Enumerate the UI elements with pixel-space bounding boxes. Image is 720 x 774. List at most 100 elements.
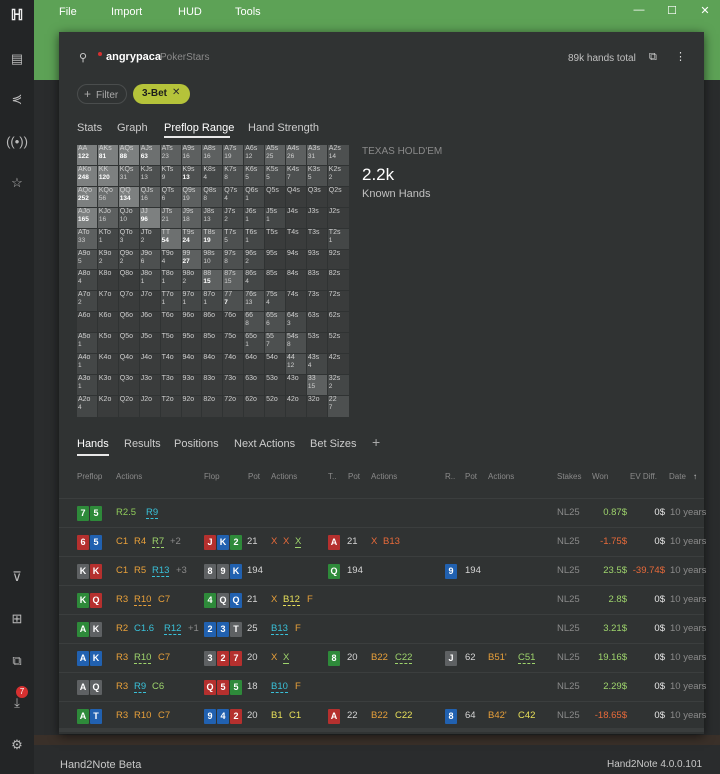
range-cell[interactable]: K8s 4 — [201, 164, 225, 188]
range-cell[interactable]: A7o 2 — [76, 290, 99, 314]
range-cell[interactable]: 53o — [264, 373, 287, 397]
preflop-action[interactable]: R7 — [152, 536, 165, 548]
range-cell[interactable]: 33 15 — [305, 373, 329, 397]
table-row[interactable]: A Q R3 R9 C6 Q 5 5 18 B10 F NL25 2.29$ 0$ 10 years — [59, 672, 706, 701]
range-cell[interactable]: 65o 1 — [243, 332, 267, 355]
range-cell[interactable]: K2s 2 — [326, 164, 350, 188]
range-cell[interactable]: 42s — [326, 353, 350, 376]
range-cell[interactable]: A9s 16 — [180, 144, 204, 167]
close-button[interactable]: ✕ — [695, 4, 715, 17]
range-cell[interactable]: 85o — [201, 332, 225, 355]
range-cell[interactable]: 32s 2 — [326, 373, 350, 397]
range-cell[interactable]: Q7o — [117, 290, 141, 314]
preflop-action[interactable]: C1 — [116, 536, 128, 547]
col-river-actions[interactable]: Actions — [488, 472, 514, 481]
preflop-action[interactable]: R2 — [116, 623, 128, 634]
maximize-button[interactable]: ☐ — [662, 4, 682, 17]
add-tab-icon[interactable]: + — [372, 434, 380, 450]
range-cell[interactable]: J7o — [138, 290, 162, 314]
share-icon[interactable]: ⋞ — [0, 84, 34, 114]
range-cell[interactable]: A5s 25 — [264, 144, 287, 167]
table-row[interactable]: 7 5 R2.5 R9 NL25 0.87$ 0$ 10 years — [59, 498, 706, 527]
range-cell[interactable]: KTs 9 — [159, 164, 183, 188]
range-cell[interactable]: AQo 252 — [76, 185, 99, 209]
chip-close-icon[interactable]: ✕ — [172, 87, 180, 98]
range-cell[interactable]: Q2s — [326, 185, 350, 209]
preflop-action[interactable]: R10 — [134, 594, 152, 606]
range-cell[interactable]: A4s 26 — [285, 144, 308, 167]
range-cell[interactable]: KJo 16 — [96, 206, 120, 230]
range-cell[interactable]: A5o 1 — [76, 332, 99, 355]
range-cell[interactable]: T3s — [305, 227, 329, 251]
range-cell[interactable]: KK 120 — [96, 164, 120, 188]
range-cell[interactable]: 97s 8 — [222, 248, 246, 272]
preflop-action[interactable]: C7 — [158, 652, 170, 663]
col-ev-diff[interactable]: EV Diff. — [630, 472, 657, 481]
preflop-action[interactable]: R10 — [134, 710, 151, 721]
range-cell[interactable]: J6o — [138, 311, 162, 335]
river-action[interactable]: B51' — [488, 652, 507, 663]
range-cell[interactable]: T8o 1 — [159, 269, 183, 293]
range-cell[interactable]: K3s 5 — [305, 164, 329, 188]
range-cell[interactable]: 82o — [201, 394, 225, 418]
flop-action[interactable]: C1 — [289, 710, 301, 721]
range-cell[interactable]: J6s 1 — [243, 206, 267, 230]
range-cell[interactable]: QTs 6 — [159, 185, 183, 209]
range-cell[interactable]: 87s 15 — [222, 269, 246, 293]
preflop-action[interactable]: R3 — [116, 652, 128, 663]
range-cell[interactable]: A3o 1 — [76, 373, 99, 397]
range-cell[interactable]: 76o — [222, 311, 246, 335]
range-cell[interactable]: 95o — [180, 332, 204, 355]
range-cell[interactable]: T6s 1 — [243, 227, 267, 251]
range-cell[interactable]: J9s 18 — [180, 206, 204, 230]
range-cell[interactable]: 64s 3 — [285, 311, 308, 335]
tab-results[interactable]: Results — [124, 438, 161, 450]
more-icon[interactable]: ⋮ — [675, 50, 686, 63]
menu-hud[interactable]: HUD — [178, 6, 202, 18]
range-cell[interactable]: 93s — [305, 248, 329, 272]
table-row[interactable]: A K R3 R10 C7 3 2 7 20 X X 8 20 B22 C22 J 62 B51' C51 NL25 1… — [59, 643, 706, 672]
range-cell[interactable]: Q5o — [117, 332, 141, 355]
range-cell[interactable]: Q7s 4 — [222, 185, 246, 209]
tab-graph[interactable]: Graph — [117, 122, 148, 134]
range-cell[interactable]: 73s — [305, 290, 329, 314]
flop-action[interactable]: X — [283, 536, 289, 547]
flop-action[interactable]: F — [295, 623, 301, 634]
river-action[interactable]: C51 — [518, 652, 536, 664]
col-turn-actions[interactable]: Actions — [371, 472, 397, 481]
range-cell[interactable]: 52s — [326, 332, 350, 355]
table-row[interactable]: A K R2 C1.6 R12 +1 2 3 T 25 B13 F NL25 3.21$ 0$ 10 year… — [59, 614, 706, 643]
tab-hand-strength[interactable]: Hand Strength — [248, 122, 319, 134]
range-cell[interactable]: 43o — [285, 373, 308, 397]
star-list-icon[interactable]: ☆ — [0, 168, 34, 198]
range-cell[interactable]: 74o — [222, 353, 246, 376]
range-cell[interactable]: 92s — [326, 248, 350, 272]
tab-next-actions[interactable]: Next Actions — [234, 438, 295, 450]
col-actions[interactable]: Actions — [116, 472, 142, 481]
filter-chip[interactable]: 3-Bet ✕ — [133, 84, 190, 104]
flop-action[interactable]: X — [271, 652, 277, 663]
range-cell[interactable]: T3o — [159, 373, 183, 397]
col-date[interactable]: Date — [669, 472, 686, 481]
col-won[interactable]: Won — [592, 472, 608, 481]
col-pot[interactable]: Pot — [248, 472, 260, 481]
col-stakes[interactable]: Stakes — [557, 472, 581, 481]
range-cell[interactable]: 87o 1 — [201, 290, 225, 314]
range-cell[interactable]: 72s — [326, 290, 350, 314]
range-cell[interactable]: 84o — [201, 353, 225, 376]
range-cell[interactable]: 62o — [243, 394, 267, 418]
preflop-action[interactable]: R3 — [116, 594, 128, 605]
table-row[interactable]: A T R3 R10 C7 9 4 2 20 B1 C1 A 22 B22 C22 8 64 B42' C42 NL2… — [59, 701, 706, 730]
range-cell[interactable]: A3s 31 — [305, 144, 329, 167]
range-cell[interactable]: 65s 6 — [264, 311, 287, 335]
range-cell[interactable]: 54s 8 — [285, 332, 308, 355]
range-cell[interactable]: J4o — [138, 353, 162, 376]
preflop-action[interactable]: C1 — [116, 565, 128, 576]
preflop-action[interactable]: +3 — [176, 565, 187, 576]
range-cell[interactable]: T5o — [159, 332, 183, 355]
preflop-action[interactable]: +1 — [188, 623, 199, 634]
flop-action[interactable]: B10 — [271, 681, 288, 693]
range-cell[interactable]: A6o — [76, 311, 99, 335]
range-cell[interactable]: T6o — [159, 311, 183, 335]
range-cell[interactable]: 64o — [243, 353, 267, 376]
